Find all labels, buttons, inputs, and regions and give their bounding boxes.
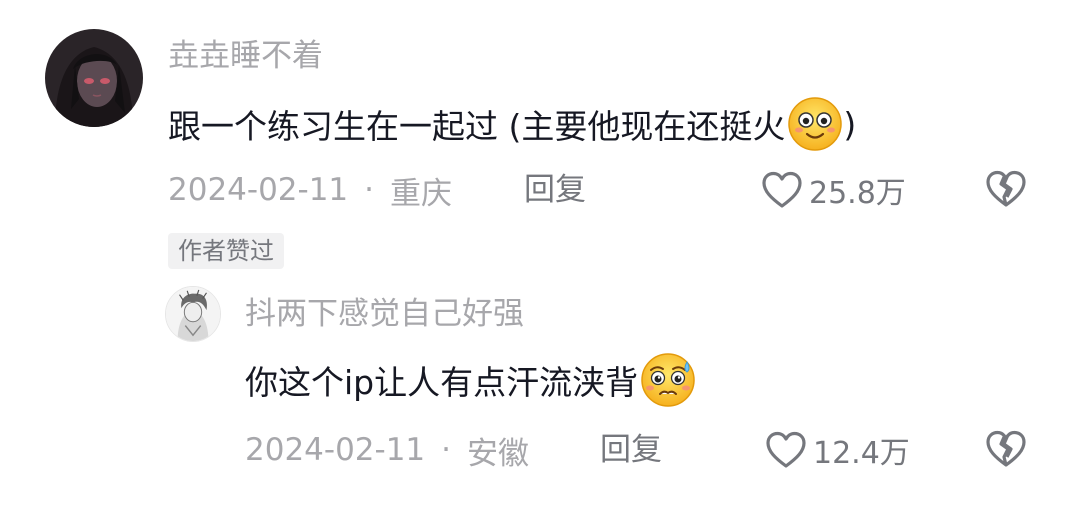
dislike-button[interactable] (985, 170, 1027, 208)
like-button[interactable]: 12.4万 (765, 430, 910, 471)
avatar[interactable] (45, 29, 143, 127)
comment-date: 2024-02-11 (245, 432, 426, 468)
avatar[interactable] (165, 286, 221, 342)
like-count: 12.4万 (813, 436, 910, 471)
meta-separator: · (364, 172, 375, 208)
broken-heart-icon (986, 170, 1026, 207)
comment-meta: 2024-02-11 · 重庆 (168, 170, 453, 212)
comment-date: 2024-02-11 (168, 172, 349, 208)
meta-separator: · (441, 432, 452, 468)
smiling-face-emoji-icon (787, 96, 843, 152)
comment-text: 你这个ip让人有点汗流浃背 (245, 352, 696, 408)
heart-icon (766, 431, 806, 468)
author-liked-badge: 作者赞过 (168, 233, 284, 269)
comment-location: 安徽 (467, 435, 530, 472)
heart-icon (762, 171, 802, 208)
comment-meta: 2024-02-11 · 安徽 (245, 430, 530, 472)
reply-button[interactable]: 回复 (524, 170, 586, 210)
comment-text: 跟一个练习生在一起过 (主要他现在还挺火 ) (168, 96, 856, 152)
comment-thread: 垚垚睡不着 跟一个练习生在一起过 (主要他现在还挺火) 2024-02-11 … (0, 0, 1080, 513)
pleading-sweat-emoji-icon (640, 352, 696, 408)
like-button[interactable]: 25.8万 (761, 170, 906, 211)
comment-body: 跟一个练习生在一起过 (主要他现在还挺火 (168, 107, 786, 146)
comment-body: 你这个ip让人有点汗流浃背 (245, 363, 639, 402)
reply-button[interactable]: 回复 (600, 430, 662, 470)
dislike-button[interactable] (985, 430, 1027, 468)
username[interactable]: 抖两下感觉自己好强 (245, 296, 524, 332)
like-count: 25.8万 (809, 176, 906, 211)
comment-body-end: ) (843, 104, 857, 144)
comment-location: 重庆 (390, 175, 453, 212)
broken-heart-icon (986, 430, 1026, 467)
username[interactable]: 垚垚睡不着 (168, 38, 323, 74)
